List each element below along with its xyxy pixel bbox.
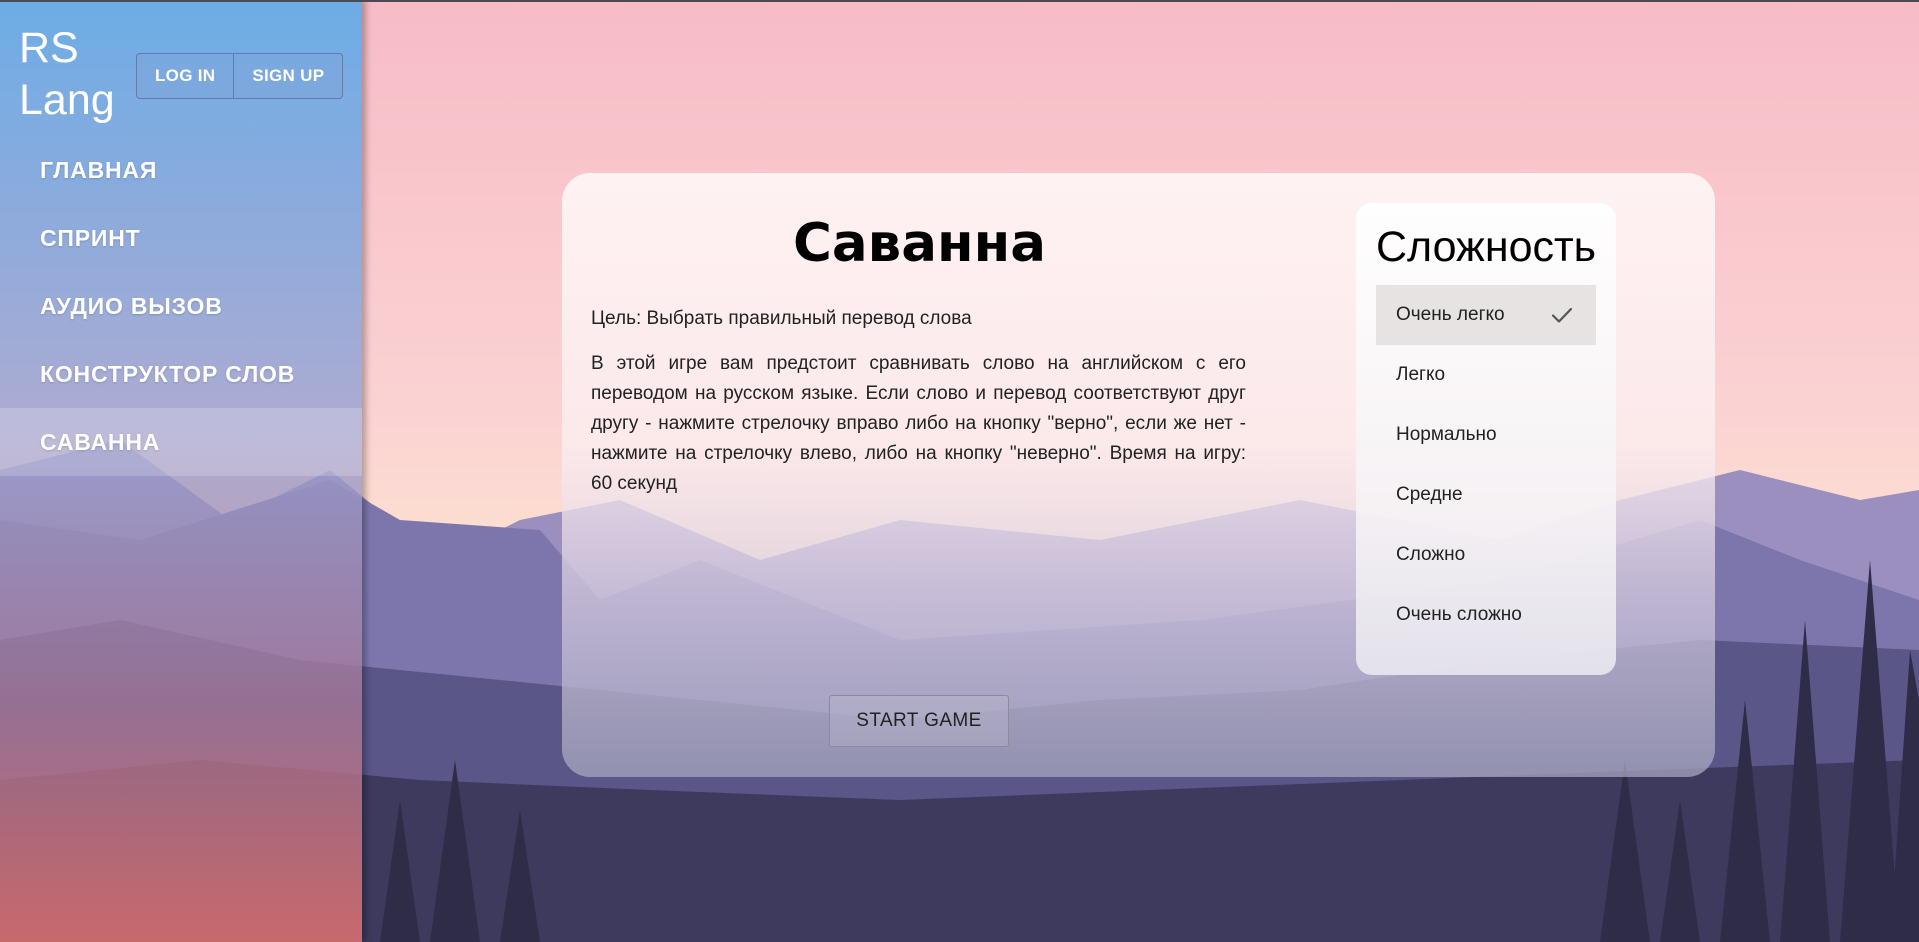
difficulty-title: Сложность — [1376, 223, 1597, 271]
check-icon — [1551, 307, 1573, 323]
logo-line-2: Lang — [19, 76, 115, 124]
difficulty-option-label: Очень легко — [1396, 304, 1505, 325]
difficulty-panel: Сложность Очень легко Легко Нормально Ср… — [1356, 203, 1616, 675]
sidebar-item-sprint[interactable]: СПРИНТ — [0, 204, 362, 272]
difficulty-option-label: Средне — [1396, 484, 1463, 505]
difficulty-option-normal[interactable]: Нормально — [1376, 405, 1596, 465]
difficulty-option-label: Сложно — [1396, 544, 1466, 565]
login-button[interactable]: LOG IN — [137, 54, 233, 98]
game-goal: Цель: Выбрать правильный перевод слова — [591, 308, 972, 329]
start-game-button[interactable]: START GAME — [829, 695, 1009, 747]
top-border — [0, 0, 1919, 2]
sidebar-item-savannah[interactable]: САВАННА — [0, 408, 362, 476]
difficulty-option-easy[interactable]: Легко — [1376, 345, 1596, 405]
difficulty-option-label: Легко — [1396, 364, 1446, 385]
difficulty-option-medium[interactable]: Средне — [1376, 465, 1596, 525]
auth-button-group: LOG IN SIGN UP — [136, 53, 344, 99]
sidebar-item-word-constructor[interactable]: КОНСТРУКТОР СЛОВ — [0, 340, 362, 408]
difficulty-option-label: Нормально — [1396, 424, 1497, 445]
game-description: В этой игре вам предстоит сравнивать сло… — [591, 353, 1246, 494]
logo-line-1: RS — [19, 24, 79, 72]
app-logo[interactable]: RS Lang — [19, 22, 115, 126]
difficulty-option-label: Очень сложно — [1396, 604, 1522, 625]
sidebar: RS Lang LOG IN SIGN UP ГЛАВНАЯ СПРИНТ АУ… — [0, 0, 362, 942]
sidebar-item-main[interactable]: ГЛАВНАЯ — [0, 136, 362, 204]
game-card: Саванна Цель: Выбрать правильный перевод… — [562, 173, 1715, 777]
difficulty-option-very-hard[interactable]: Очень сложно — [1376, 585, 1596, 645]
difficulty-option-hard[interactable]: Сложно — [1376, 525, 1596, 585]
signup-button[interactable]: SIGN UP — [233, 54, 342, 98]
game-title: Саванна — [793, 213, 1046, 274]
difficulty-option-very-easy[interactable]: Очень легко — [1376, 285, 1596, 345]
difficulty-list: Очень легко Легко Нормально Средне Сложн… — [1376, 285, 1596, 645]
sidebar-nav: ГЛАВНАЯ СПРИНТ АУДИО ВЫЗОВ КОНСТРУКТОР С… — [0, 136, 362, 476]
sidebar-item-audio-challenge[interactable]: АУДИО ВЫЗОВ — [0, 272, 362, 340]
